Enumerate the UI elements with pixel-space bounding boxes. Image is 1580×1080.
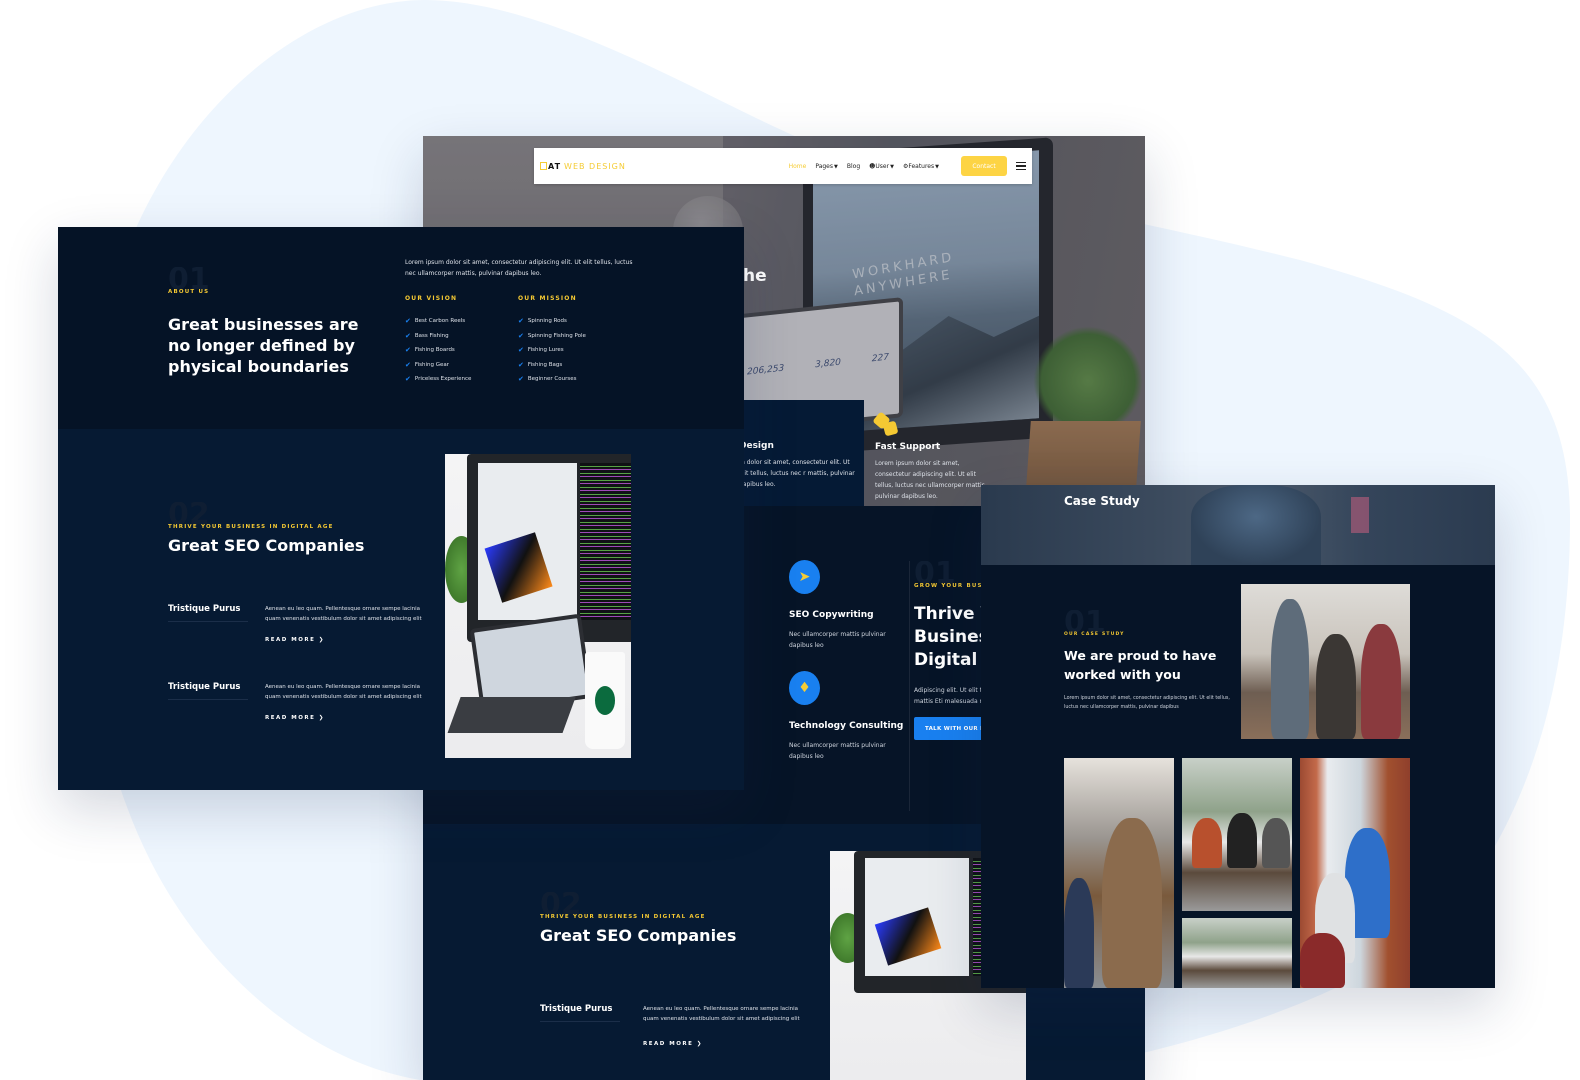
about-title: Great businesses are no longer defined b… bbox=[168, 315, 359, 376]
read-more-link[interactable]: READ MORE ❯ bbox=[265, 637, 325, 643]
logo-icon bbox=[540, 162, 547, 170]
service-technology-consulting: ♦ Technology Consulting Nec ullamcorper … bbox=[789, 671, 903, 762]
seo-heading-block: 02 THRIVE YOUR BUSINESS IN DIGITAL AGE G… bbox=[540, 892, 737, 945]
case-study-preview: Case Study 01 OUR CASE STUDY We are prou… bbox=[981, 485, 1495, 988]
list-item: ✔ Fishing Gear bbox=[405, 360, 450, 369]
check-icon: ✔ bbox=[518, 360, 524, 369]
list-item: ✔ Spinning Rods bbox=[518, 317, 567, 326]
seo-heading-block: 02 THRIVE YOUR BUSINESS IN DIGITAL AGE G… bbox=[168, 502, 365, 555]
list-item: ✔ Priceless Experience bbox=[405, 375, 472, 384]
chevron-right-icon: ❯ bbox=[696, 1041, 703, 1047]
hero-heading: he bbox=[743, 266, 767, 286]
nav-features[interactable]: ⚙Features▼ bbox=[903, 163, 939, 170]
list-item: ✔ Fishing Boards bbox=[405, 346, 455, 355]
about-section: 01 ABOUT US Great businesses are no long… bbox=[58, 227, 744, 429]
chevron-right-icon: ❯ bbox=[318, 637, 325, 643]
showcase-stage: WORKHARD ANYWHERE 206,253 3,820 227 he A… bbox=[0, 0, 1580, 1080]
check-icon: ✔ bbox=[518, 317, 524, 326]
check-icon: ✔ bbox=[405, 331, 411, 340]
nav-home[interactable]: Home bbox=[789, 163, 807, 170]
list-item: ✔ Best Carbon Reels bbox=[405, 317, 466, 326]
divider bbox=[909, 561, 910, 811]
list-item: ✔ Bass Fishing bbox=[405, 331, 449, 340]
paper-plane-icon: ➤ bbox=[789, 560, 820, 594]
dice-icon bbox=[872, 411, 899, 437]
contact-button[interactable]: Contact bbox=[961, 156, 1007, 176]
feature-design: Design m dolor sit amet, consectetur eli… bbox=[739, 441, 855, 488]
conference-room-image-2 bbox=[1182, 918, 1292, 988]
read-more-link[interactable]: READ MORE ❯ bbox=[265, 715, 325, 721]
seo-item: Tristique Purus Aenean eu leo quam. Pell… bbox=[168, 682, 422, 721]
chevron-down-icon: ▼ bbox=[935, 163, 939, 170]
navbar: AT WEB DESIGN Home Pages▼ Blog ☻User▼ ⚙F… bbox=[534, 148, 1032, 184]
mission-list: OUR MISSION ✔ Spinning Rods ✔ Spinning Fish… bbox=[518, 295, 631, 387]
check-icon: ✔ bbox=[405, 317, 411, 326]
man-with-tablet-image bbox=[1064, 758, 1174, 988]
diamond-icon: ♦ bbox=[789, 671, 820, 705]
logo[interactable]: AT WEB DESIGN bbox=[540, 162, 626, 171]
chevron-down-icon: ▼ bbox=[890, 163, 894, 170]
check-icon: ✔ bbox=[405, 375, 411, 384]
conference-room-image bbox=[1182, 758, 1292, 911]
check-icon: ✔ bbox=[405, 346, 411, 355]
about-page-preview: 01 ABOUT US Great businesses are no long… bbox=[58, 227, 744, 790]
check-icon: ✔ bbox=[405, 360, 411, 369]
hamburger-icon[interactable] bbox=[1016, 161, 1026, 171]
seo-item: Tristique Purus Aenean eu leo quam. Pell… bbox=[168, 604, 422, 643]
team-meeting-image bbox=[1241, 584, 1410, 739]
nav-pages[interactable]: Pages▼ bbox=[815, 163, 838, 170]
list-item: ✔ Fishing Lures bbox=[518, 346, 564, 355]
check-icon: ✔ bbox=[518, 331, 524, 340]
vision-list: OUR VISION ✔ Best Carbon Reels ✔ Bass Fishi… bbox=[405, 295, 518, 387]
desk-setup-image bbox=[445, 454, 631, 758]
chevron-down-icon: ▼ bbox=[834, 163, 838, 170]
list-item: ✔ Beginner Courses bbox=[518, 375, 577, 384]
case-study-intro: 01 OUR CASE STUDY We are proud to have w… bbox=[1064, 610, 1230, 710]
service-seo-copywriting: ➤ SEO Copywriting Nec ullamcorper mattis… bbox=[789, 560, 889, 651]
coffee-cup bbox=[584, 651, 626, 749]
nav-blog[interactable]: Blog bbox=[847, 163, 860, 170]
list-item: ✔ Fishing Bags bbox=[518, 360, 563, 369]
office-collaboration-image bbox=[1300, 758, 1410, 988]
feature-fast-support: Fast Support Lorem ipsum dolor sit amet,… bbox=[872, 411, 995, 502]
check-icon: ✔ bbox=[518, 375, 524, 384]
seo-item: Tristique Purus Aenean eu leo quam. Pell… bbox=[540, 1004, 800, 1047]
nav-links: Home Pages▼ Blog ☻User▼ ⚙Features▼ bbox=[789, 163, 939, 170]
list-item: ✔ Spinning Fishing Pole bbox=[518, 331, 586, 340]
chevron-right-icon: ❯ bbox=[318, 715, 325, 721]
check-icon: ✔ bbox=[518, 346, 524, 355]
read-more-link[interactable]: READ MORE ❯ bbox=[643, 1041, 703, 1047]
case-study-title: Case Study bbox=[1064, 494, 1140, 508]
nav-user[interactable]: ☻User▼ bbox=[869, 163, 894, 170]
case-study-banner: Case Study bbox=[981, 485, 1495, 565]
